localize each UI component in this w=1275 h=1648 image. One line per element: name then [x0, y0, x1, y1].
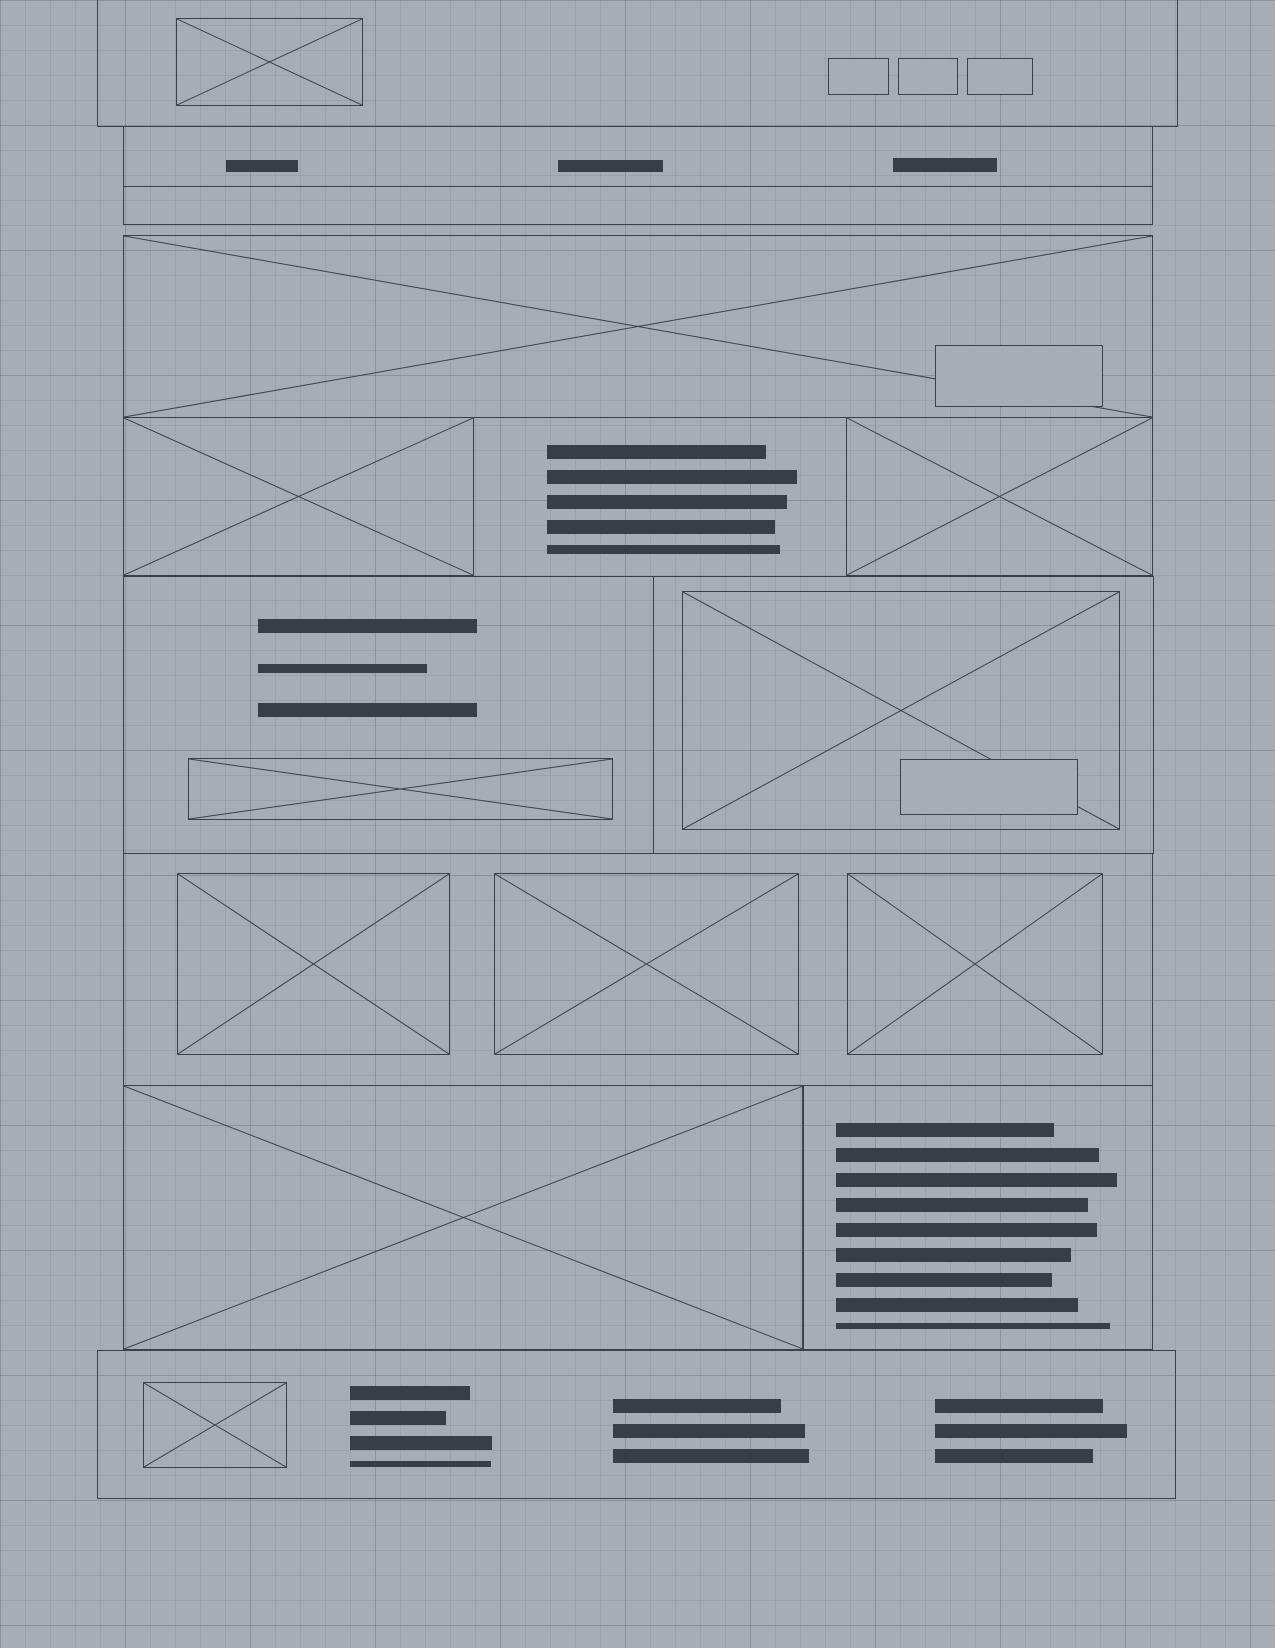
site-header: [97, 0, 1178, 127]
footer-link[interactable]: [613, 1449, 809, 1463]
split-right-panel: [653, 576, 1154, 854]
gallery-image-3[interactable]: [847, 873, 1103, 1055]
nav-item-3[interactable]: [893, 158, 997, 172]
footer-link[interactable]: [935, 1424, 1127, 1438]
placeholder-cross: [189, 759, 612, 819]
footer-link[interactable]: [350, 1386, 470, 1400]
footer-link[interactable]: [350, 1461, 491, 1467]
logo-image-placeholder[interactable]: [176, 18, 363, 106]
content-text-line-9: [836, 1323, 1110, 1329]
split-text-line: [258, 703, 477, 717]
content-text-line-1: [836, 1123, 1054, 1137]
split-banner-placeholder[interactable]: [188, 758, 613, 820]
content-text-panel: [802, 1085, 1153, 1350]
split-image-placeholder: [682, 591, 1120, 830]
split-left-panel: [123, 576, 654, 854]
content-text-line-7: [836, 1273, 1052, 1287]
header-button-3[interactable]: [967, 58, 1033, 95]
footer-column-2: [613, 1399, 813, 1469]
footer-link[interactable]: [350, 1411, 446, 1425]
split-subheading-line: [258, 664, 427, 673]
footer-link[interactable]: [935, 1399, 1103, 1413]
placeholder-cross: [177, 19, 362, 105]
feature-left-image-placeholder: [123, 417, 474, 576]
content-text-line-8: [836, 1298, 1078, 1312]
feature-text-line-5: [547, 545, 780, 554]
footer-link[interactable]: [350, 1436, 492, 1450]
feature-text-line-2: [547, 470, 797, 484]
hero-cta-button[interactable]: [935, 345, 1103, 407]
feature-right-image-placeholder: [846, 417, 1153, 576]
split-heading-line: [258, 619, 477, 633]
content-text-line-2: [836, 1148, 1099, 1162]
placeholder-cross: [144, 1383, 286, 1467]
gallery-section: [123, 853, 1153, 1086]
split-image-button[interactable]: [900, 759, 1078, 815]
gallery-image-2[interactable]: [494, 873, 799, 1055]
header-button-2[interactable]: [898, 58, 958, 95]
content-image-placeholder: [123, 1085, 804, 1350]
placeholder-cross: [124, 418, 473, 575]
placeholder-cross: [124, 1086, 803, 1349]
footer-link[interactable]: [613, 1399, 781, 1413]
footer-logo-placeholder[interactable]: [143, 1382, 287, 1468]
feature-text-block: [473, 417, 847, 576]
content-text-line-4: [836, 1198, 1088, 1212]
footer-link[interactable]: [935, 1449, 1093, 1463]
footer-link[interactable]: [613, 1424, 805, 1438]
header-button-1[interactable]: [828, 58, 889, 95]
gallery-image-1[interactable]: [177, 873, 450, 1055]
feature-text-line-4: [547, 520, 775, 534]
placeholder-cross: [178, 874, 449, 1054]
feature-text-line-1: [547, 445, 766, 459]
placeholder-cross: [848, 874, 1102, 1054]
nav-item-2[interactable]: [558, 160, 663, 172]
nav-divider: [124, 186, 1152, 187]
feature-text-line-3: [547, 495, 787, 509]
hero-image-placeholder: [123, 235, 1153, 418]
footer-column-3: [935, 1399, 1135, 1469]
footer-column-1: [350, 1386, 500, 1471]
placeholder-cross: [847, 418, 1152, 575]
nav-item-1[interactable]: [226, 160, 298, 172]
content-text-line-3: [836, 1173, 1117, 1187]
main-navigation: [123, 126, 1153, 225]
placeholder-cross: [495, 874, 798, 1054]
content-text-line-5: [836, 1223, 1097, 1237]
site-footer: [97, 1350, 1176, 1499]
content-text-line-6: [836, 1248, 1071, 1262]
